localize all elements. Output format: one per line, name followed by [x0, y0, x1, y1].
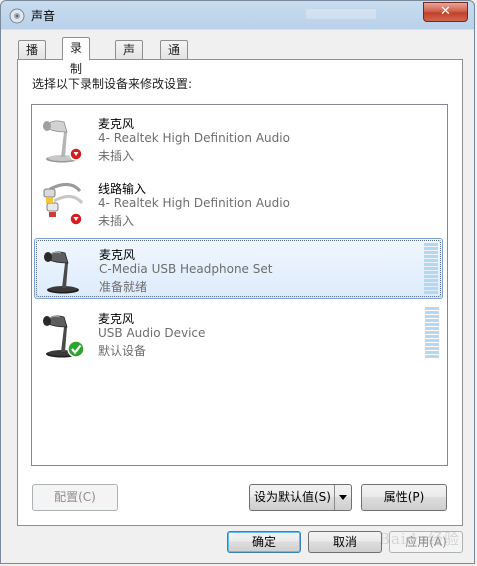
device-description: USB Audio Device	[98, 326, 206, 340]
window-title: 声音	[31, 9, 56, 23]
device-name: 麦克风	[98, 117, 135, 131]
line-in-icon	[43, 183, 84, 226]
device-name: 麦克风	[99, 248, 136, 262]
cancel-button[interactable]: 取消	[308, 531, 382, 553]
tab-recording[interactable]: 录制	[62, 37, 91, 76]
title-bar[interactable]: 声音 ✕	[1, 1, 474, 30]
configure-button[interactable]: 配置(C)	[32, 484, 118, 511]
device-status: 准备就绪	[99, 280, 148, 294]
device-name: 麦克风	[98, 312, 135, 326]
device-description: 4- Realtek High Definition Audio	[98, 196, 290, 210]
device-item[interactable]: 麦克风 USB Audio Device 默认设备	[34, 303, 443, 364]
tab-sounds[interactable]: 声音	[115, 40, 144, 76]
microphone-icon	[43, 315, 85, 358]
set-default-button[interactable]: 设为默认值(S)	[249, 484, 352, 511]
recording-panel: 选择以下录制设备来修改设置: 麦克风 4- Realtek High Defin…	[17, 59, 463, 526]
device-item[interactable]: 线路输入 4- Realtek High Definition Audio 未插…	[34, 173, 443, 234]
microphone-icon	[43, 120, 83, 163]
chevron-down-icon[interactable]	[334, 485, 351, 510]
device-status: 未插入	[98, 214, 135, 228]
device-item[interactable]: 麦克风 4- Realtek High Definition Audio 未插入	[34, 108, 443, 169]
level-meter	[425, 307, 439, 359]
ok-button[interactable]: 确定	[227, 531, 301, 553]
device-status: 默认设备	[98, 344, 147, 358]
device-item-selected[interactable]: 麦克风 C-Media USB Headphone Set 准备就绪	[34, 238, 443, 299]
microphone-icon	[44, 251, 79, 294]
level-meter	[424, 243, 438, 295]
speaker-icon	[9, 8, 25, 24]
title-bar-blur	[306, 9, 376, 19]
close-button[interactable]: ✕	[423, 2, 468, 22]
device-list[interactable]: 麦克风 4- Realtek High Definition Audio 未插入…	[31, 104, 448, 466]
sound-dialog: 声音 ✕ 播放 录制 声音 通信 选择以下录制设备来修改设置: 麦	[0, 0, 475, 564]
device-name: 线路输入	[98, 182, 147, 196]
properties-button[interactable]: 属性(P)	[361, 484, 447, 511]
instruction-text: 选择以下录制设备来修改设置:	[32, 77, 193, 91]
watermark: Baidu经验	[378, 530, 460, 548]
device-description: 4- Realtek High Definition Audio	[98, 131, 290, 145]
device-description: C-Media USB Headphone Set	[99, 262, 273, 276]
set-default-label: 设为默认值(S)	[254, 490, 331, 504]
device-status: 未插入	[98, 149, 135, 163]
tab-communications[interactable]: 通信	[160, 40, 189, 76]
tab-playback[interactable]: 播放	[18, 40, 47, 76]
